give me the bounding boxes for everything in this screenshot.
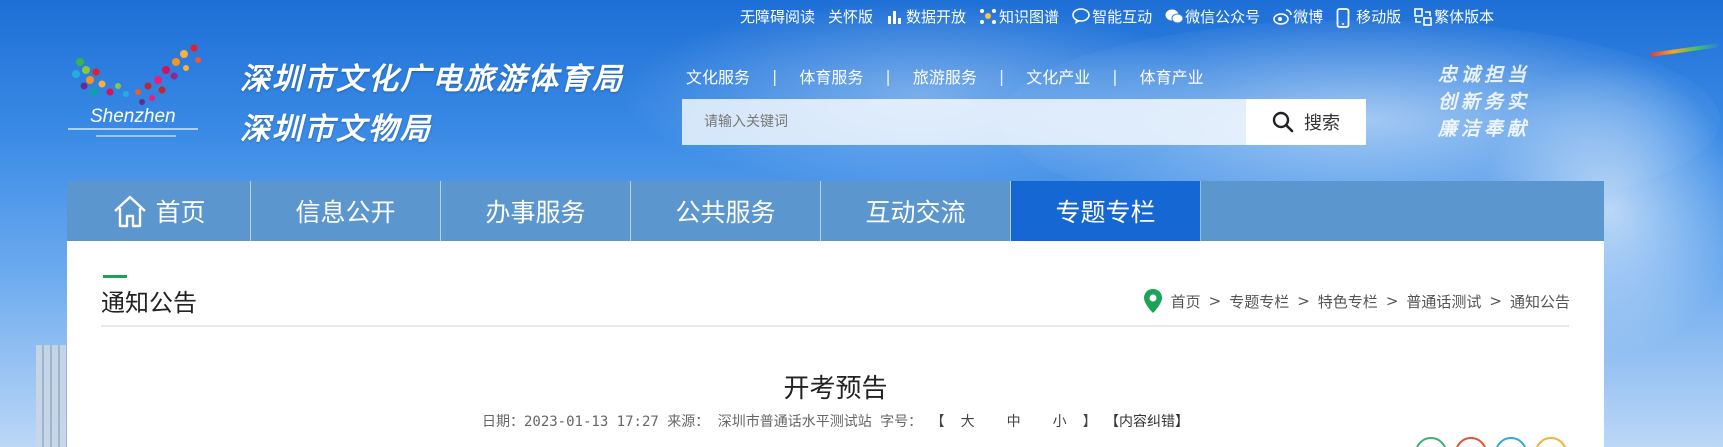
tab-public-services[interactable]: 公共服务 (631, 181, 821, 241)
font-size-large-button[interactable]: 大 (961, 414, 975, 430)
tab-special-topics[interactable]: 专题专栏 (1011, 181, 1201, 241)
share-buttons (1415, 437, 1575, 447)
share-wechat-icon[interactable] (1415, 437, 1447, 447)
logo-emblem-text: Shenzhen (90, 106, 176, 127)
catnav-culture-industry[interactable]: 文化产业 (1026, 64, 1090, 88)
tab-services[interactable]: 办事服务 (441, 181, 631, 241)
bureau-name-primary: 深圳市文化广电旅游体育局 (240, 62, 624, 97)
weibo-label: 微博 (1293, 7, 1324, 26)
accessible-reading-link[interactable]: 无障碍阅读 (740, 6, 815, 27)
share-weibo-icon[interactable] (1455, 437, 1487, 447)
tab-home[interactable]: 首页 (67, 181, 251, 241)
tab-services-label: 办事服务 (485, 198, 586, 227)
search-button-label: 搜索 (1304, 113, 1340, 134)
source-label: 来源： (667, 414, 710, 430)
care-version-link[interactable]: 关怀版 (828, 6, 873, 27)
search-input[interactable] (682, 99, 1246, 145)
traditional-chinese-label: 繁体版本 (1434, 7, 1495, 26)
date-label: 日期： (481, 414, 524, 430)
section-accent-bar (103, 275, 127, 278)
accessible-reading-label: 无障碍阅读 (740, 7, 816, 26)
breadcrumb: 首页 > 专题专栏 > 特色专栏 > 普通话测试 > 通知公告 (1143, 288, 1570, 314)
search-bar: 搜索 (682, 99, 1366, 145)
breadcrumb-mandarin-test[interactable]: 普通话测试 (1406, 291, 1481, 312)
breadcrumb-separator: > (1385, 292, 1399, 310)
mobile-version-link[interactable]: 移动版 (1336, 6, 1402, 28)
share-qq-icon[interactable] (1495, 437, 1527, 447)
traditional-chinese-icon (1414, 7, 1432, 26)
catnav-sports-industry[interactable]: 体育产业 (1140, 64, 1204, 88)
mobile-icon (1336, 7, 1353, 28)
breadcrumb-featured-columns[interactable]: 特色专栏 (1318, 291, 1378, 312)
font-size-bracket: 】 (1082, 414, 1097, 430)
article-date: 2023-01-13 17:27 (523, 414, 659, 430)
catnav-culture-services[interactable]: 文化服务 (686, 64, 750, 88)
breadcrumb-notices[interactable]: 通知公告 (1510, 291, 1570, 312)
top-utility-bar: 无障碍阅读 关怀版 数据开放 知识图谱 智能互动 微信公众号 微博 移动版 繁体… (740, 4, 1507, 28)
catnav-separator: | (772, 66, 778, 86)
bureau-name-secondary: 深圳市文物局 (240, 112, 432, 147)
section-divider (101, 325, 1569, 327)
mobile-version-label: 移动版 (1356, 7, 1402, 26)
bar-chart-icon (886, 8, 903, 25)
share-qzone-icon[interactable] (1535, 437, 1567, 447)
breadcrumb-separator: > (1208, 292, 1222, 310)
catnav-separator: | (885, 66, 891, 86)
network-icon (979, 8, 997, 25)
tab-special-topics-label: 专题专栏 (1055, 198, 1156, 227)
open-data-label: 数据开放 (906, 7, 967, 26)
weibo-link[interactable]: 微博 (1273, 6, 1323, 27)
wechat-icon (1165, 8, 1184, 25)
font-size-bracket: 【 (930, 414, 945, 430)
slogan-line: 创新务实 (1438, 91, 1531, 113)
tab-interaction-label: 互动交流 (865, 198, 966, 227)
article-meta: 日期：2023-01-13 17:27 来源： 深圳市普通话水平测试站 字号： … (67, 411, 1604, 431)
breadcrumb-separator: > (1489, 292, 1502, 310)
search-icon (1272, 111, 1294, 133)
font-size-small-button[interactable]: 小 (1053, 414, 1067, 430)
tab-interaction[interactable]: 互动交流 (821, 181, 1011, 241)
tab-info-disclosure-label: 信息公开 (295, 198, 396, 227)
tab-info-disclosure[interactable]: 信息公开 (251, 181, 441, 241)
catnav-separator: | (998, 66, 1005, 86)
slogan-line: 廉洁奉献 (1438, 118, 1531, 140)
catnav-sports-services[interactable]: 体育服务 (799, 64, 863, 88)
tab-public-services-label: 公共服务 (675, 198, 776, 227)
traditional-chinese-link[interactable]: 繁体版本 (1414, 6, 1494, 27)
font-size-label: 字号： (880, 414, 923, 430)
search-button[interactable]: 搜索 (1246, 99, 1366, 145)
location-pin-icon (1143, 289, 1162, 313)
error-report-link[interactable]: 【内容纠错】 (1105, 414, 1189, 430)
building-decoration (36, 345, 70, 447)
shenzhen-logo[interactable]: Shenzhen (66, 42, 226, 150)
main-nav: 首页 信息公开 办事服务 公共服务 互动交流 专题专栏 (67, 181, 1604, 241)
chat-bubble-icon (1072, 7, 1090, 25)
care-version-label: 关怀版 (828, 7, 874, 26)
home-icon (114, 195, 147, 228)
wechat-link[interactable]: 微信公众号 (1165, 6, 1260, 27)
article-title: 开考预告 (783, 374, 888, 404)
article-source: 深圳市普通话水平测试站 (717, 414, 872, 430)
smart-interaction-link[interactable]: 智能互动 (1072, 6, 1152, 27)
catnav-tourism-services[interactable]: 旅游服务 (913, 64, 977, 88)
wechat-label: 微信公众号 (1185, 7, 1261, 26)
content-panel: 通知公告 首页 > 专题专栏 > 特色专栏 > 普通话测试 > 通知公告 开考预… (67, 241, 1604, 447)
category-nav: 文化服务 | 体育服务 | 旅游服务 | 文化产业 | 体育产业 (686, 64, 1204, 88)
open-data-link[interactable]: 数据开放 (886, 6, 966, 27)
breadcrumb-special-topics[interactable]: 专题专栏 (1229, 291, 1289, 312)
weibo-icon (1273, 8, 1292, 25)
knowledge-graph-link[interactable]: 知识图谱 (979, 6, 1059, 27)
catnav-separator: | (1112, 66, 1118, 86)
slogan: 忠诚担当 创新务实 廉洁奉献 (1438, 62, 1530, 143)
breadcrumb-home[interactable]: 首页 (1171, 291, 1201, 312)
knowledge-graph-label: 知识图谱 (999, 7, 1060, 26)
font-size-medium-button[interactable]: 中 (1007, 414, 1021, 430)
section-title: 通知公告 (101, 289, 197, 317)
smart-interaction-label: 智能互动 (1092, 7, 1153, 26)
tab-home-label: 首页 (155, 198, 206, 227)
slogan-line: 忠诚担当 (1438, 64, 1531, 86)
breadcrumb-separator: > (1297, 292, 1310, 310)
city-brand-logo (1650, 43, 1720, 57)
